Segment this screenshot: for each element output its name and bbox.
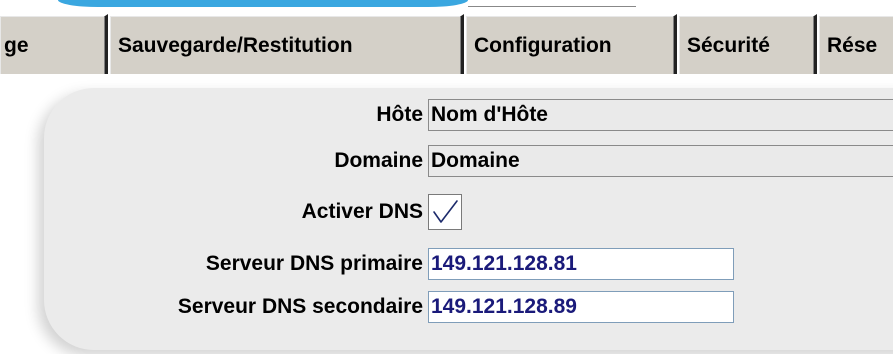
dns-primary-label: Serveur DNS primaire <box>205 252 423 275</box>
header-accent-bar <box>58 0 468 7</box>
tab-security[interactable]: Sécurité <box>677 14 817 74</box>
tab-backup-restore[interactable]: Sauvegarde/Restitution <box>108 14 464 74</box>
tab-label: Configuration <box>474 34 612 57</box>
tab-label: Sauvegarde/Restitution <box>118 34 353 57</box>
dns-primary-row: Serveur DNS primaire <box>0 246 893 282</box>
dns-primary-input[interactable] <box>428 248 734 280</box>
header-divider <box>468 6 636 7</box>
checkmark-icon <box>433 200 458 223</box>
tab-label: ge <box>4 34 29 57</box>
dns-enable-checkbox[interactable] <box>428 194 462 230</box>
dns-enable-label: Activer DNS <box>301 200 423 223</box>
tab-label: Rése <box>827 34 878 57</box>
tab-label: Sécurité <box>687 34 770 57</box>
tab-bar: ge Sauvegarde/Restitution Configuration … <box>0 14 893 78</box>
domain-field: Domaine <box>428 145 893 177</box>
dns-secondary-row: Serveur DNS secondaire <box>0 289 893 325</box>
host-row: Hôte Nom d'Hôte <box>0 97 893 133</box>
host-label: Hôte <box>376 103 423 126</box>
host-field: Nom d'Hôte <box>428 99 893 131</box>
tab-partial-left[interactable]: ge <box>0 14 108 74</box>
dns-enable-row: Activer DNS <box>0 194 893 230</box>
router-config-window: ge Sauvegarde/Restitution Configuration … <box>0 0 893 354</box>
domain-label: Domaine <box>334 149 423 172</box>
dns-secondary-label: Serveur DNS secondaire <box>177 295 423 318</box>
tab-bar-baseline <box>0 74 893 76</box>
dns-secondary-input[interactable] <box>428 291 734 323</box>
domain-row: Domaine Domaine <box>0 143 893 179</box>
tab-configuration[interactable]: Configuration <box>464 14 677 74</box>
tab-network-partial[interactable]: Rése <box>817 14 893 74</box>
